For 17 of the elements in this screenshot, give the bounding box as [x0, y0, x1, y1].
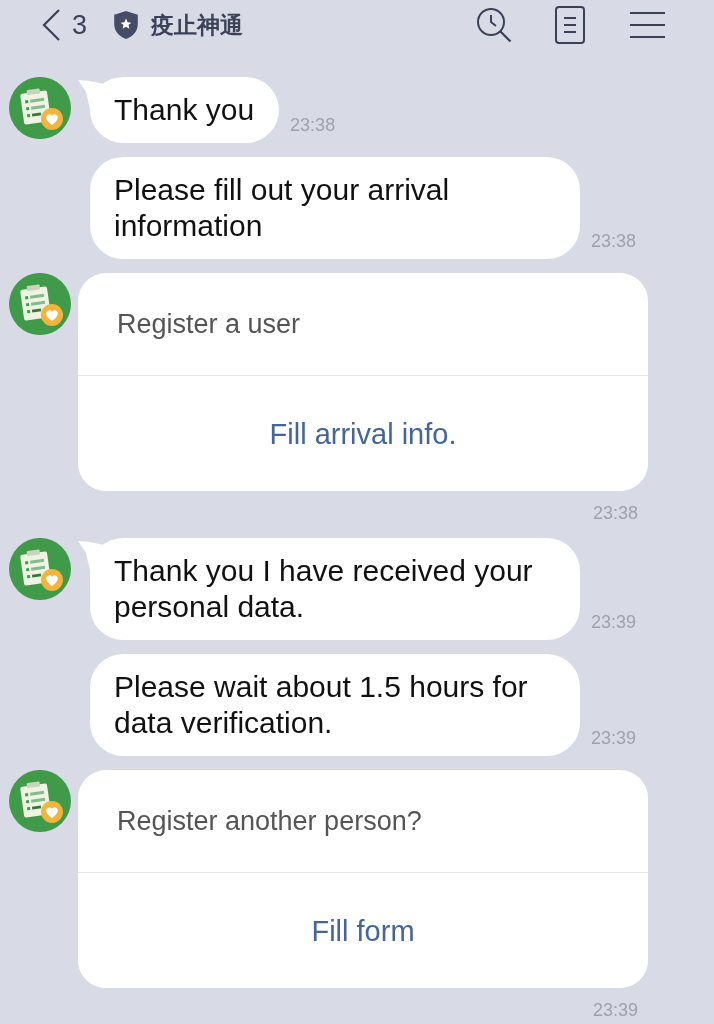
chevron-left-icon — [41, 9, 61, 41]
notes-icon[interactable] — [555, 6, 585, 44]
shield-star-icon — [113, 10, 140, 40]
message-time: 23:39 — [591, 727, 637, 749]
menu-icon[interactable] — [630, 11, 665, 39]
message-time: 23:38 — [592, 502, 638, 524]
card-prompt: Register a user — [117, 308, 301, 341]
clock-search-icon[interactable] — [476, 7, 512, 43]
chat-title: 疫止神通 — [151, 11, 244, 40]
speech-bubble: Please fill out your arrival information — [90, 157, 580, 259]
message-time: 23:38 — [591, 230, 637, 252]
card-prompt: Register another person? — [117, 805, 422, 838]
message-time: 23:39 — [591, 611, 637, 633]
message-time: 23:38 — [290, 114, 336, 136]
back-button[interactable]: 3 — [41, 9, 88, 41]
message-time: 23:39 — [592, 999, 638, 1021]
speech-bubble: Please wait about 1.5 hours for data verification. — [90, 654, 580, 756]
